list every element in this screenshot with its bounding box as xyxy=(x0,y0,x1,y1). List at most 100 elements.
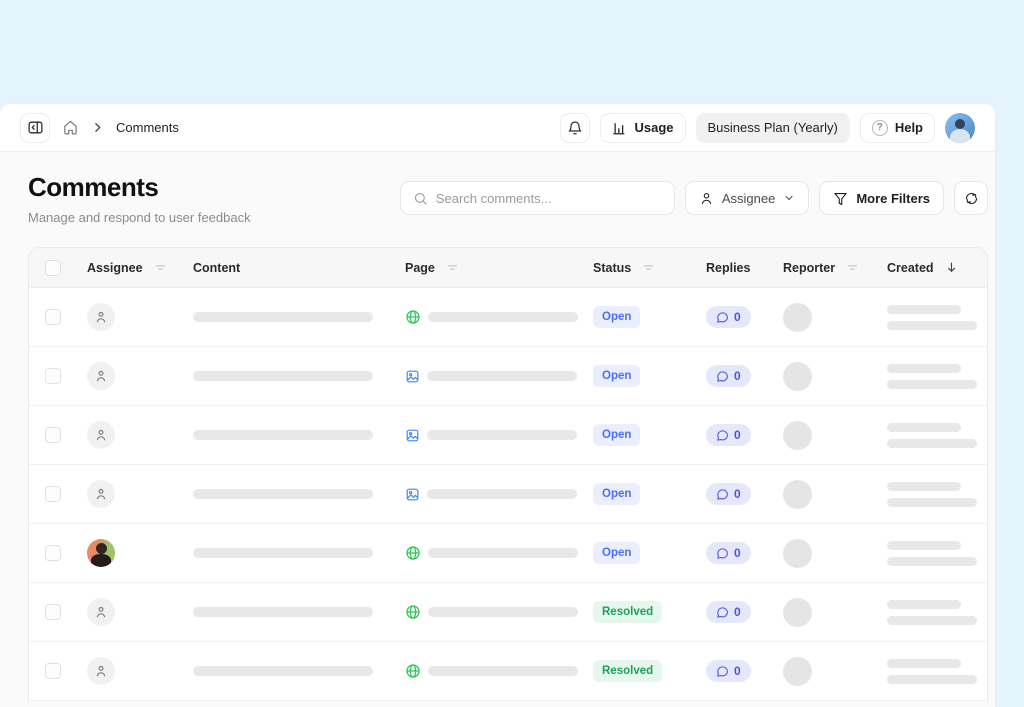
replies-badge[interactable]: 0 xyxy=(706,660,751,682)
replies-badge[interactable]: 0 xyxy=(706,601,751,623)
help-label: Help xyxy=(895,120,923,135)
row-checkbox[interactable] xyxy=(45,545,61,561)
column-header-replies[interactable]: Replies xyxy=(706,261,783,275)
plan-badge[interactable]: Business Plan (Yearly) xyxy=(696,113,850,143)
search-icon xyxy=(413,191,428,206)
created-time-skeleton xyxy=(887,616,977,625)
assignee-avatar-photo xyxy=(87,539,115,567)
breadcrumb[interactable]: Comments xyxy=(116,120,179,135)
topbar: Comments Usage Business Plan (Yea xyxy=(0,104,995,152)
search-input[interactable] xyxy=(436,191,662,206)
reporter-avatar-skeleton xyxy=(783,303,812,332)
replies-badge[interactable]: 0 xyxy=(706,483,751,505)
image-icon xyxy=(405,487,420,502)
usage-button[interactable]: Usage xyxy=(600,113,685,143)
assignee-filter-dropdown[interactable]: Assignee xyxy=(685,181,809,215)
home-icon[interactable] xyxy=(62,119,79,136)
row-checkbox[interactable] xyxy=(45,604,61,620)
assignee-avatar-placeholder xyxy=(87,421,115,449)
row-checkbox[interactable] xyxy=(45,309,61,325)
refresh-icon xyxy=(964,191,979,206)
table-row[interactable]: Open 0 xyxy=(29,347,987,406)
column-header-status[interactable]: Status xyxy=(593,261,706,275)
replies-badge[interactable]: 0 xyxy=(706,424,751,446)
avatar-silhouette xyxy=(955,119,965,129)
chat-bubble-icon xyxy=(716,665,729,678)
globe-icon xyxy=(405,663,421,679)
help-button[interactable]: ? Help xyxy=(860,113,935,143)
replies-count: 0 xyxy=(734,310,741,324)
status-badge: Open xyxy=(593,365,640,387)
created-date-skeleton xyxy=(887,600,961,609)
user-avatar[interactable] xyxy=(945,113,975,143)
row-checkbox[interactable] xyxy=(45,427,61,443)
bell-icon xyxy=(567,120,583,136)
content-skeleton xyxy=(193,430,373,440)
sort-descending-icon[interactable] xyxy=(945,261,958,274)
table-row[interactable]: Open 0 xyxy=(29,406,987,465)
select-all-checkbox[interactable] xyxy=(45,260,61,276)
page-skeleton xyxy=(428,607,578,617)
replies-badge[interactable]: 0 xyxy=(706,542,751,564)
table-header-row: Assignee Content Page Status xyxy=(29,248,987,288)
funnel-icon xyxy=(833,191,848,206)
table-body: Open 0 xyxy=(29,288,987,701)
column-header-page[interactable]: Page xyxy=(405,261,593,275)
reporter-avatar-skeleton xyxy=(783,421,812,450)
replies-count: 0 xyxy=(734,369,741,383)
comments-table: Assignee Content Page Status xyxy=(28,247,988,701)
table-row[interactable]: Open 0 xyxy=(29,465,987,524)
page-skeleton xyxy=(428,548,578,558)
notifications-button[interactable] xyxy=(560,113,590,143)
chat-bubble-icon xyxy=(716,606,729,619)
filter-icon[interactable] xyxy=(446,261,459,274)
reporter-avatar-skeleton xyxy=(783,480,812,509)
refresh-button[interactable] xyxy=(954,181,988,215)
more-filters-button[interactable]: More Filters xyxy=(819,181,944,215)
sidebar-toggle-button[interactable] xyxy=(20,113,50,143)
user-icon xyxy=(699,191,714,206)
row-checkbox[interactable] xyxy=(45,663,61,679)
page-title: Comments xyxy=(28,172,251,203)
table-row[interactable]: Open 0 xyxy=(29,288,987,347)
bar-chart-icon xyxy=(612,120,627,135)
page-subtitle: Manage and respond to user feedback xyxy=(28,210,251,225)
reporter-avatar-skeleton xyxy=(783,598,812,627)
page: { "topbar": { "breadcrumb": "Comments", … xyxy=(0,0,1024,707)
chevron-right-icon xyxy=(91,121,104,134)
filter-icon[interactable] xyxy=(846,261,859,274)
column-header-content[interactable]: Content xyxy=(193,261,405,275)
created-date-skeleton xyxy=(887,364,961,373)
search-box[interactable] xyxy=(400,181,675,215)
content-skeleton xyxy=(193,548,373,558)
plan-label: Business Plan (Yearly) xyxy=(708,120,838,135)
assignee-avatar-placeholder xyxy=(87,362,115,390)
question-icon: ? xyxy=(872,120,888,136)
created-date-skeleton xyxy=(887,659,961,668)
column-header-reporter[interactable]: Reporter xyxy=(783,261,887,275)
table-row[interactable]: Open 0 xyxy=(29,524,987,583)
filter-icon[interactable] xyxy=(642,261,655,274)
chat-bubble-icon xyxy=(716,488,729,501)
page-content: Comments Manage and respond to user feed… xyxy=(0,152,995,707)
row-checkbox[interactable] xyxy=(45,486,61,502)
column-header-created[interactable]: Created xyxy=(887,261,987,275)
table-row[interactable]: Resolved 0 xyxy=(29,642,987,701)
status-badge: Open xyxy=(593,542,640,564)
row-checkbox[interactable] xyxy=(45,368,61,384)
column-header-assignee[interactable]: Assignee xyxy=(87,261,193,275)
page-skeleton xyxy=(427,430,577,440)
page-skeleton xyxy=(428,666,578,676)
created-time-skeleton xyxy=(887,380,977,389)
status-badge: Resolved xyxy=(593,601,662,623)
replies-badge[interactable]: 0 xyxy=(706,306,751,328)
globe-icon xyxy=(405,604,421,620)
page-skeleton xyxy=(427,371,577,381)
replies-badge[interactable]: 0 xyxy=(706,365,751,387)
page-skeleton xyxy=(427,489,577,499)
created-time-skeleton xyxy=(887,498,977,507)
content-skeleton xyxy=(193,371,373,381)
table-row[interactable]: Resolved 0 xyxy=(29,583,987,642)
replies-count: 0 xyxy=(734,428,741,442)
filter-icon[interactable] xyxy=(154,261,167,274)
